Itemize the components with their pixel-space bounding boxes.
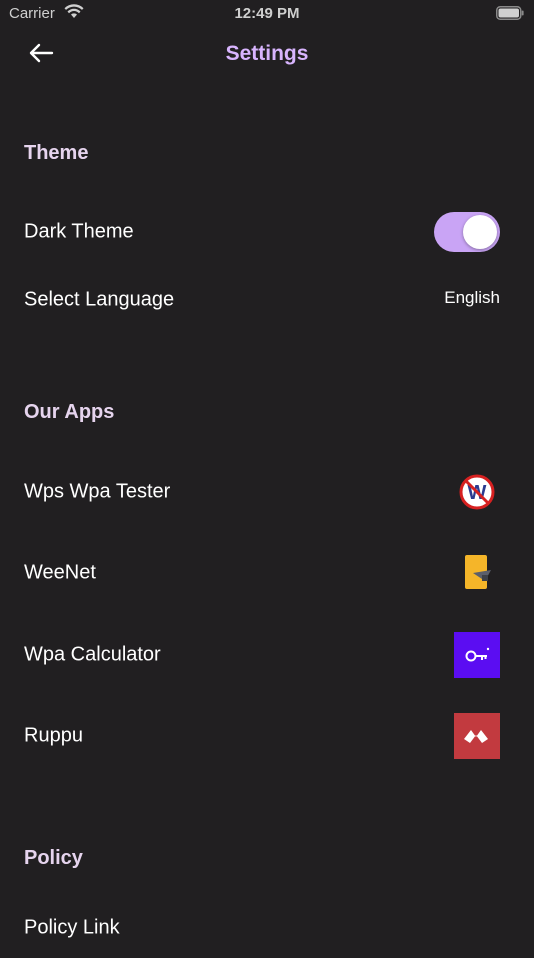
navigation-bar: Settings — [0, 28, 534, 82]
battery-icon — [496, 6, 524, 20]
ruppu-icon[interactable] — [454, 713, 500, 759]
app-label: Ruppu — [24, 724, 83, 747]
wpa-calculator-icon[interactable] — [454, 632, 500, 678]
select-language-label: Select Language — [24, 288, 175, 311]
app-label: WeeNet — [24, 561, 96, 584]
status-time: 12:49 PM — [234, 5, 300, 22]
section-header-our-apps: Our Apps — [24, 401, 115, 423]
page-title: Settings — [225, 42, 309, 65]
dark-theme-toggle[interactable] — [434, 212, 500, 252]
dark-theme-row: Dark Theme — [0, 202, 534, 262]
toggle-knob — [463, 215, 497, 249]
policy-link-row[interactable]: Policy Link — [0, 898, 534, 958]
select-language-row[interactable]: Select Language English — [0, 270, 534, 330]
language-value[interactable]: English — [444, 288, 500, 308]
app-row-wpa-calculator[interactable]: Wpa Calculator — [0, 625, 534, 685]
dark-theme-label: Dark Theme — [24, 220, 134, 243]
app-label: Wps Wpa Tester — [24, 480, 171, 503]
policy-link-label[interactable]: Policy Link — [24, 917, 120, 940]
app-row-wps-wpa-tester[interactable]: Wps Wpa Tester W — [0, 462, 534, 522]
section-header-policy: Policy — [24, 847, 83, 869]
wps-wpa-tester-icon[interactable]: W — [454, 469, 500, 515]
app-label: Wpa Calculator — [24, 643, 161, 666]
app-row-ruppu[interactable]: Ruppu — [0, 706, 534, 766]
app-row-weenet[interactable]: WeeNet — [0, 543, 534, 603]
status-bar: Carrier 12:49 PM — [0, 0, 534, 28]
weenet-icon[interactable] — [454, 550, 500, 596]
section-header-theme: Theme — [24, 142, 89, 164]
